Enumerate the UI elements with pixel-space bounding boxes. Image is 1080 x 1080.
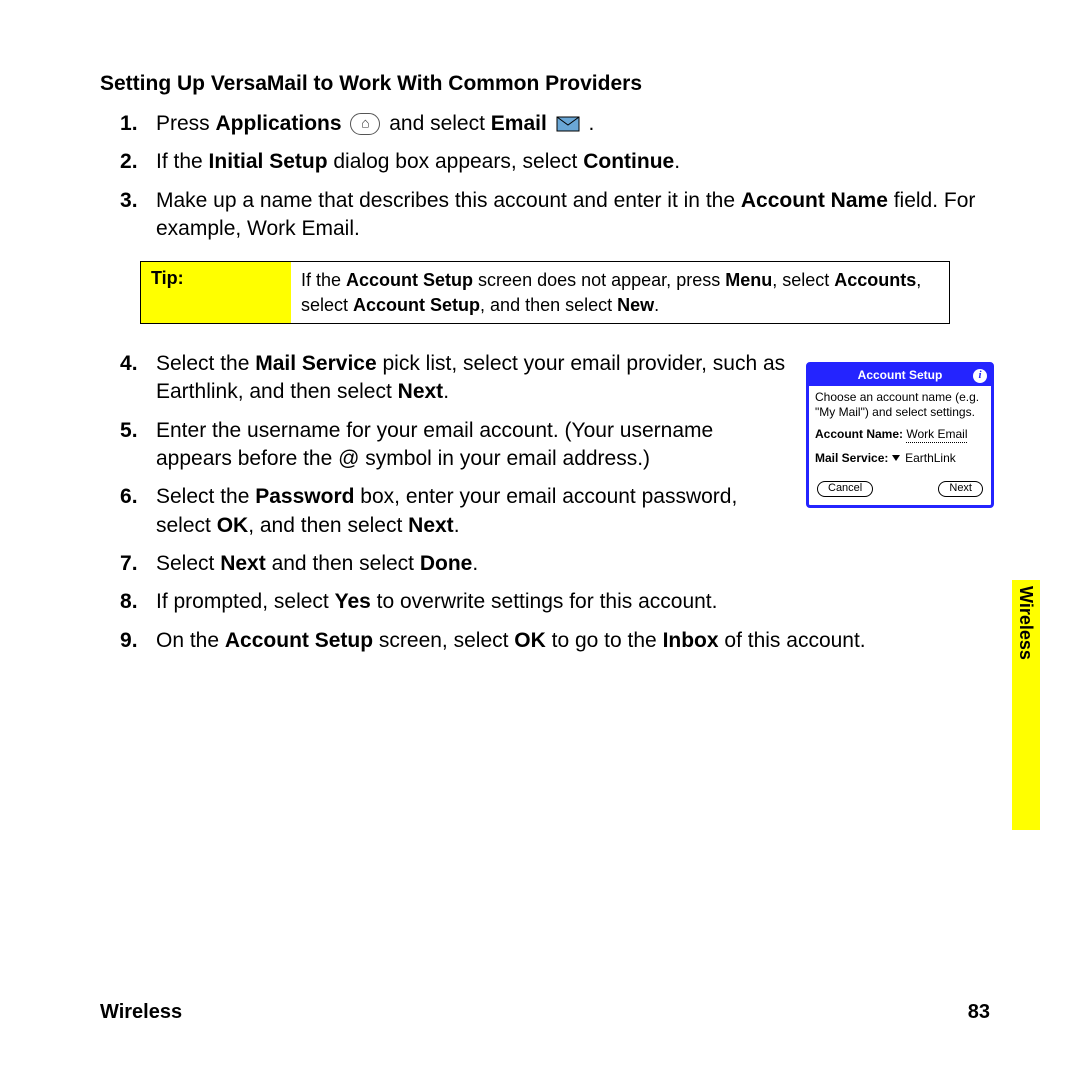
next-button[interactable]: Next [938,481,983,497]
footer-section: Wireless [100,1001,182,1024]
text-bold: Password [255,485,354,508]
applications-icon [350,113,380,135]
text-bold: Next [408,514,454,537]
text: , and then select [480,295,617,315]
text: and select [389,112,491,135]
text: and then select [266,552,420,575]
text: Enter the username for your email accoun… [156,419,713,470]
text-bold: New [617,295,654,315]
text: Press [156,112,216,135]
text: dialog box appears, select [328,150,584,173]
text-bold: Accounts [834,270,916,290]
text-bold: Next [220,552,266,575]
text: screen, select [373,629,514,652]
mail-service-label: Mail Service: [815,451,888,465]
cancel-button[interactable]: Cancel [817,481,873,497]
step-3: Make up a name that describes this accou… [156,187,1000,244]
step-4: Select the Mail Service pick list, selec… [156,350,786,407]
chevron-down-icon[interactable] [892,455,900,461]
text: If prompted, select [156,590,335,613]
text: . [583,112,595,135]
text-bold: OK [217,514,249,537]
side-tab: Wireless [1012,580,1040,830]
dialog-title-text: Account Setup [858,368,943,382]
text: If the [301,270,346,290]
text: . [472,552,478,575]
text: Select the [156,352,255,375]
text: Choose an account name (e.g. [815,390,985,404]
text-bold: Account Setup [346,270,473,290]
step-6: Select the Password box, enter your emai… [156,483,786,540]
text: , select [772,270,834,290]
text-bold: OK [514,629,546,652]
text: , and then select [248,514,408,537]
account-name-label: Account Name: [815,427,903,441]
text: of this account. [719,629,866,652]
page-footer: Wireless 83 [100,1001,990,1024]
text-bold: Account Setup [353,295,480,315]
step-5: Enter the username for your email accoun… [156,417,786,474]
text: to go to the [546,629,663,652]
text: If the [156,150,209,173]
text-bold: Account Setup [225,629,373,652]
dialog-instruction: Choose an account name (e.g. "My Mail") … [815,390,985,419]
side-tab-label: Wireless [1015,586,1036,660]
text: Select [156,552,220,575]
text-bold: Email [491,112,547,135]
tip-label: Tip: [141,262,291,323]
text: Make up a name that describes this accou… [156,189,741,212]
text: to overwrite settings for this account. [371,590,718,613]
step-7: Select Next and then select Done. [156,550,786,578]
mail-service-value[interactable]: EarthLink [905,451,956,465]
step-8: If prompted, select Yes to overwrite set… [156,588,1000,616]
text-bold: Mail Service [255,352,376,375]
section-heading: Setting Up VersaMail to Work With Common… [100,72,1000,96]
text-bold: Inbox [663,629,719,652]
text: . [443,380,449,403]
text-bold: Continue [583,150,674,173]
text: Select the [156,485,255,508]
steps-list-1: Press Applications and select Email . If… [100,110,1000,243]
step-9: On the Account Setup screen, select OK t… [156,627,1000,655]
tip-body: If the Account Setup screen does not app… [291,262,949,323]
text-bold: Yes [335,590,371,613]
text-bold: Menu [725,270,772,290]
text: . [454,514,460,537]
info-icon[interactable]: i [973,369,987,383]
footer-page-number: 83 [968,1001,990,1024]
text-bold: Applications [216,112,342,135]
text: . [674,150,680,173]
account-name-input[interactable]: Work Email [906,427,967,442]
account-name-row: Account Name: Work Email [815,427,985,442]
text-bold: Next [398,380,444,403]
text: screen does not appear, press [473,270,725,290]
email-icon [556,115,580,133]
text-bold: Account Name [741,189,888,212]
palm-dialog-title: Account Setup i [809,365,991,386]
mail-service-row: Mail Service: EarthLink [815,451,985,465]
text: "My Mail") and select settings. [815,405,985,419]
text-bold: Done [420,552,473,575]
text: On the [156,629,225,652]
step-2: If the Initial Setup dialog box appears,… [156,148,1000,176]
text-bold: Initial Setup [209,150,328,173]
step-1: Press Applications and select Email . [156,110,1000,138]
tip-box: Tip: If the Account Setup screen does no… [140,261,950,324]
palm-dialog: Account Setup i Choose an account name (… [806,362,994,508]
text: . [654,295,659,315]
